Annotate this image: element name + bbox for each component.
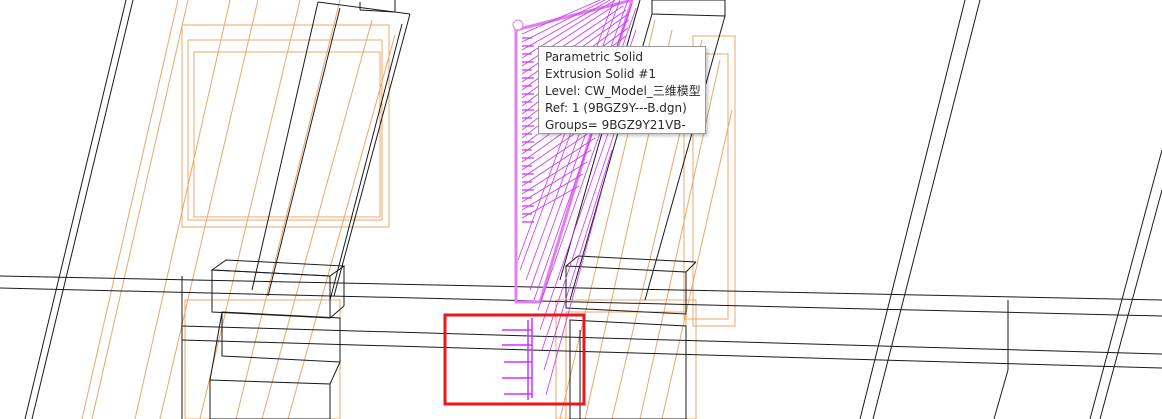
model-edge [329,23,403,301]
model-edge [872,0,981,419]
model-edge [577,255,697,263]
model-face [569,319,687,419]
model-edge [1099,189,1162,419]
model-edge [993,369,1009,419]
tooltip-groups: Groups= 9BGZ9Y21VB- [545,118,686,132]
model-face [651,0,726,17]
selection-handle[interactable] [512,19,524,31]
ref-edge [661,109,733,419]
ref-edge [235,0,341,419]
model-edge [267,7,341,297]
ref-edge [159,0,259,419]
tooltip-element-name: Extrusion Solid #1 [545,67,657,81]
ref-edge [81,0,179,419]
model-edge [333,13,411,297]
selection-lower-ticks [502,318,533,400]
ref-edge [199,0,301,419]
model-face [210,259,346,277]
model-edge [329,361,341,385]
model-edge [24,0,127,419]
model-edge [31,0,134,419]
model-edge [329,305,345,319]
model-face [209,379,331,419]
model-edge [859,0,966,419]
model-edge [251,1,319,291]
model-edge [181,339,1162,369]
model-face [221,311,341,363]
tooltip-reference: Ref: 1 (9BGZ9Y---B.dgn) [545,101,687,115]
tooltip-level: Level: CW_Model_三维模型 [545,84,701,98]
ref-box [181,24,390,228]
model-edge [0,275,1162,301]
model-edge [685,261,697,273]
annotation-highlight-box [443,313,586,406]
ref-edge [91,0,189,419]
3d-model-viewport[interactable]: Parametric Solid Extrusion Solid #1 Leve… [0,0,1162,419]
tooltip-element-type: Parametric Solid [545,50,644,64]
ref-box [187,39,383,221]
element-info-tooltip: Parametric Solid Extrusion Solid #1 Leve… [538,46,706,134]
ref-box [184,299,341,419]
ref-box [193,51,381,218]
model-edge [209,311,223,381]
model-edge [1089,149,1162,419]
model-edge [317,1,411,15]
model-edge [181,325,1162,355]
